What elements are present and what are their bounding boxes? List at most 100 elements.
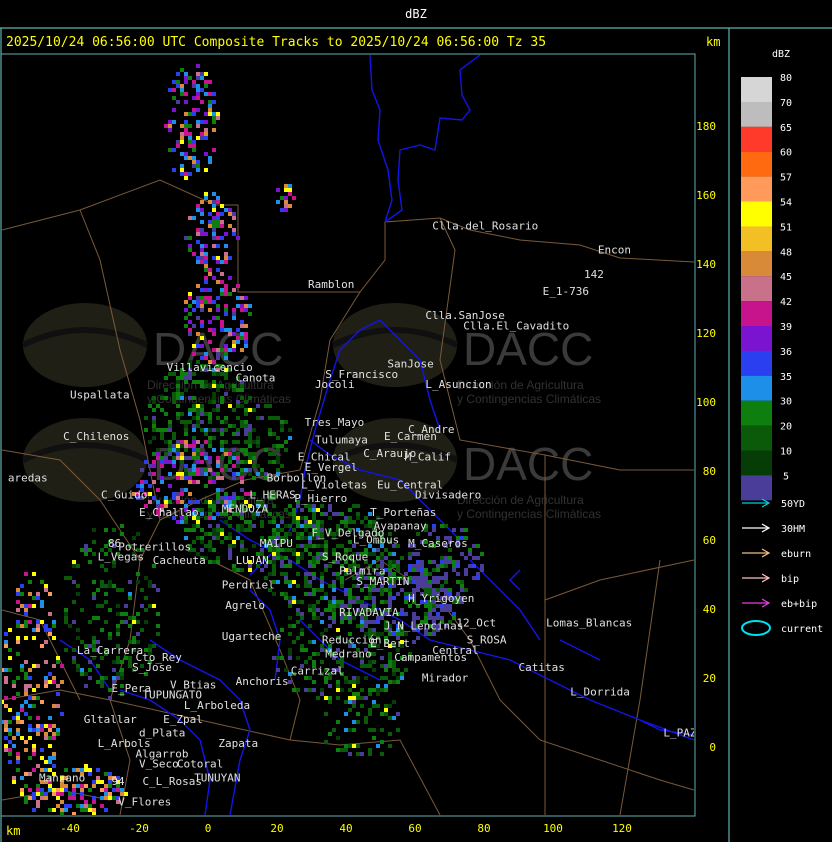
echo-cell (188, 476, 192, 480)
echo-cell (336, 696, 340, 700)
place-name: MAIPU (260, 537, 293, 550)
echo-cell (48, 788, 52, 792)
echo-cell (16, 732, 20, 736)
echo-cell (424, 568, 428, 572)
echo-cell (276, 416, 280, 420)
place-name: J_N_Lencinas (384, 620, 463, 633)
echo-cell (332, 608, 336, 612)
echo-cell (412, 640, 416, 644)
track-legend-label: 30HM (781, 524, 805, 535)
echo-cell (224, 452, 228, 456)
echo-cell (384, 676, 388, 680)
echo-cell (284, 572, 288, 576)
echo-cell (80, 804, 84, 808)
echo-cell (8, 656, 12, 660)
echo-cell (160, 456, 164, 460)
echo-cell (212, 92, 216, 96)
echo-cell (180, 172, 184, 176)
echo-cell (144, 428, 148, 432)
echo-cell (168, 460, 172, 464)
echo-cell (200, 356, 204, 360)
echo-cell (352, 676, 356, 680)
echo-cell (324, 564, 328, 568)
echo-cell (68, 804, 72, 808)
echo-cell (284, 508, 288, 512)
echo-cell (224, 392, 228, 396)
echo-cell (24, 712, 28, 716)
echo-cell (208, 456, 212, 460)
place-name: aredas (8, 471, 48, 484)
echo-cell (204, 432, 208, 436)
echo-cell (196, 416, 200, 420)
dbz-swatch (741, 77, 772, 102)
echo-cell (64, 612, 68, 616)
echo-cell (412, 568, 416, 572)
echo-cell (340, 584, 344, 588)
echo-cell (208, 468, 212, 472)
echo-cell (380, 664, 384, 668)
echo-cell (200, 336, 204, 340)
echo-cell (372, 560, 376, 564)
echo-cell (232, 332, 236, 336)
echo-cell (220, 456, 224, 460)
echo-cell (172, 148, 176, 152)
echo-cell (288, 656, 292, 660)
echo-cell (176, 72, 180, 76)
echo-cell (148, 500, 152, 504)
echo-cell (352, 696, 356, 700)
echo-cell (292, 520, 296, 524)
echo-cell (240, 472, 244, 476)
echo-cell (296, 636, 300, 640)
echo-cell (456, 564, 460, 568)
track-legend-label: current (781, 624, 823, 635)
echo-cell (452, 560, 456, 564)
echo-cell (104, 772, 108, 776)
echo-cell (52, 680, 56, 684)
echo-cell (352, 744, 356, 748)
echo-cell (188, 216, 192, 220)
echo-cell (164, 460, 168, 464)
echo-cell (228, 404, 232, 408)
echo-cell (256, 472, 260, 476)
echo-cell (324, 740, 328, 744)
echo-cell (272, 656, 276, 660)
echo-cell (32, 596, 36, 600)
echo-cell (356, 712, 360, 716)
echo-cell (180, 136, 184, 140)
echo-cell (448, 560, 452, 564)
echo-cell (360, 752, 364, 756)
echo-cell (204, 384, 208, 388)
echo-cell (212, 392, 216, 396)
echo-cell (220, 496, 224, 500)
echo-cell (388, 552, 392, 556)
dbz-value-label: 45 (780, 272, 792, 283)
echo-cell (76, 668, 80, 672)
echo-cell (144, 596, 148, 600)
echo-cell (216, 492, 220, 496)
echo-cell (212, 120, 216, 124)
echo-cell (312, 556, 316, 560)
echo-cell (204, 252, 208, 256)
echo-cell (188, 500, 192, 504)
echo-cell (156, 448, 160, 452)
echo-cell (368, 620, 372, 624)
echo-cell (188, 528, 192, 532)
echo-cell (440, 556, 444, 560)
echo-cell (380, 556, 384, 560)
echo-cell (232, 544, 236, 548)
echo-cell (208, 500, 212, 504)
echo-cell (352, 504, 356, 508)
echo-cell (212, 436, 216, 440)
echo-cell (80, 788, 84, 792)
echo-cell (348, 744, 352, 748)
place-name: SanJose (387, 358, 433, 371)
echo-cell (312, 576, 316, 580)
echo-cell (300, 644, 304, 648)
echo-cell (292, 512, 296, 516)
echo-cell (16, 592, 20, 596)
echo-cell (340, 620, 344, 624)
echo-cell (60, 800, 64, 804)
echo-cell (312, 592, 316, 596)
echo-cell (284, 564, 288, 568)
echo-cell (8, 668, 12, 672)
